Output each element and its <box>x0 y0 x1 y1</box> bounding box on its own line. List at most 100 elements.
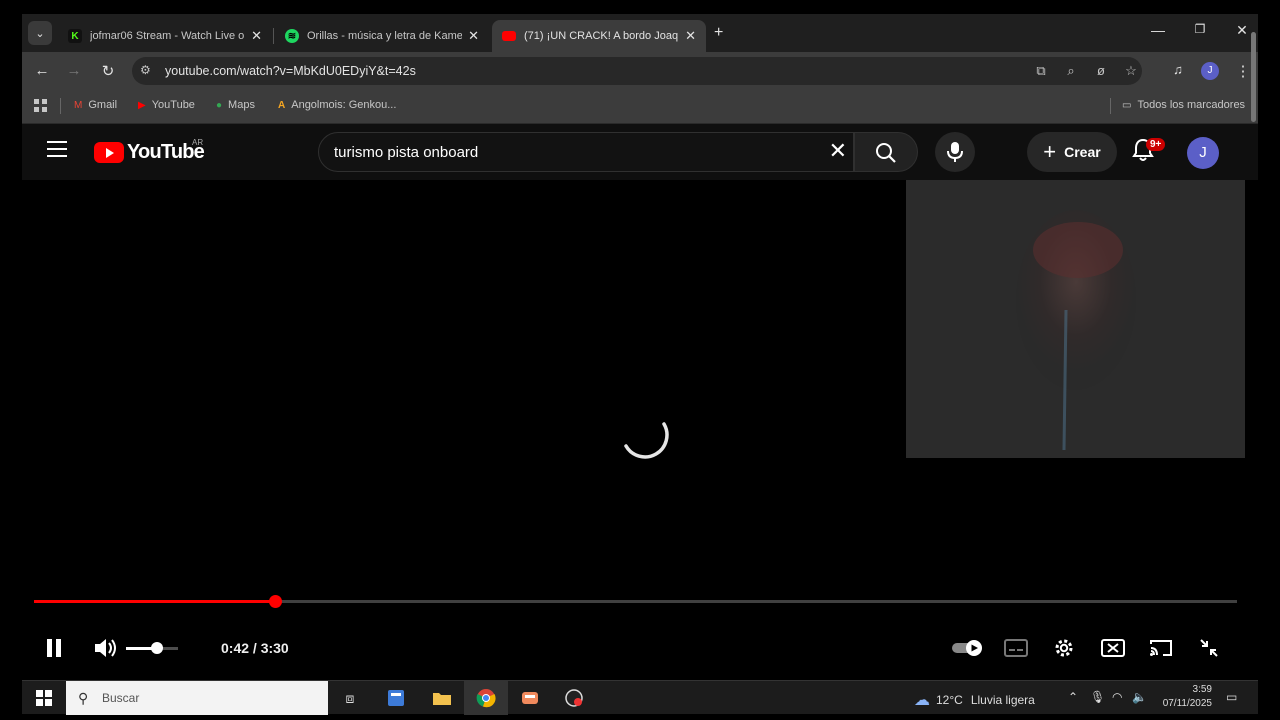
miniplayer-icon[interactable] <box>1101 639 1125 657</box>
close-icon[interactable]: ✕ <box>468 28 479 44</box>
all-bookmarks[interactable]: ▭ Todos los marcadores <box>1122 99 1245 111</box>
cast-icon[interactable] <box>1149 639 1173 657</box>
tab-title: jofmar06 Stream - Watch Live o <box>90 30 245 42</box>
fullscreen-exit-icon[interactable] <box>1199 638 1219 658</box>
spotify-icon: ≋ <box>285 29 299 43</box>
search-icon: ⚲ <box>78 690 89 706</box>
bookmark-maps[interactable]: ● Maps <box>216 99 255 111</box>
search-query: turismo pista onboard <box>334 144 479 161</box>
time-display: 0:42 / 3:30 <box>221 640 289 656</box>
create-button[interactable]: + Crear <box>1027 132 1117 172</box>
video-player[interactable]: 0:42 / 3:30 <box>22 180 1258 680</box>
task-view-icon[interactable]: ⧈ <box>328 681 372 715</box>
weather-widget[interactable]: ☁ 12°C Lluvia ligera <box>914 690 1035 710</box>
notifications-center-icon[interactable]: ▭ <box>1226 690 1237 704</box>
youtube-logo[interactable]: YouTube <box>94 141 205 164</box>
restore-button[interactable]: ❐ <box>1188 22 1212 36</box>
search-input[interactable]: turismo pista onboard ✕ <box>318 132 854 172</box>
voice-search-button[interactable] <box>935 132 975 172</box>
tab-strip: ⌄ K jofmar06 Stream - Watch Live o ✕ ≋ O… <box>22 14 1258 52</box>
youtube-header: YouTube AR turismo pista onboard ✕ + Cre… <box>22 124 1258 180</box>
site-info-icon[interactable]: ⚙ <box>140 63 151 77</box>
site-icon: A <box>278 99 286 111</box>
youtube-play-icon <box>94 142 124 163</box>
region-code: AR <box>192 138 204 147</box>
scrubber-handle[interactable] <box>268 595 282 608</box>
tab-search-button[interactable]: ⌄ <box>28 21 52 45</box>
network-icon[interactable]: ◠ <box>1112 690 1122 704</box>
plus-icon: + <box>1043 139 1057 164</box>
bookmark-label: Maps <box>228 99 255 111</box>
new-tab-button[interactable]: + <box>714 24 723 42</box>
windows-logo-icon <box>36 690 52 706</box>
search-placeholder: Buscar <box>102 691 140 705</box>
clear-search-icon[interactable]: ✕ <box>829 140 847 162</box>
microphone-icon <box>947 142 963 162</box>
tab-kick[interactable]: K jofmar06 Stream - Watch Live o ✕ <box>58 20 272 52</box>
obs-icon[interactable] <box>552 681 596 715</box>
tab-title: (71) ¡UN CRACK! A bordo Joaq <box>524 30 679 42</box>
browser-toolbar: ← → ↻ ⚙ youtube.com/watch?v=MbKdU0EDyiY&… <box>22 52 1258 90</box>
reload-button[interactable]: ↻ <box>98 62 118 80</box>
eye-off-icon[interactable]: ø <box>1092 63 1110 78</box>
calculator-icon[interactable] <box>374 681 418 715</box>
file-explorer-icon[interactable] <box>420 681 464 715</box>
windows-taskbar: ⚲ Buscar ⧈ ☁ 12°C Lluvia ligera ⌃ 🎙 ◠ 🔈 … <box>22 680 1258 715</box>
zoom-icon[interactable]: ⌕ <box>1062 63 1080 79</box>
bookmark-angolmois[interactable]: A Angolmois: Genkou... <box>278 99 396 111</box>
minimize-button[interactable]: — <box>1146 22 1170 38</box>
create-label: Crear <box>1064 144 1101 160</box>
back-button[interactable]: ← <box>32 62 52 79</box>
app-icon[interactable] <box>508 681 552 715</box>
close-icon[interactable]: ✕ <box>685 28 696 44</box>
star-icon[interactable]: ☆ <box>1122 63 1140 79</box>
bookmark-gmail[interactable]: M Gmail <box>74 99 117 111</box>
all-bookmarks-label: Todos los marcadores <box>1137 99 1246 111</box>
bookmark-label: Gmail <box>88 99 118 111</box>
tab-spotify[interactable]: ≋ Orillas - música y letra de Kame ✕ <box>275 20 489 52</box>
chrome-icon[interactable] <box>464 681 508 715</box>
speaker-icon[interactable]: 🔈 <box>1132 690 1147 704</box>
pause-button[interactable] <box>46 639 62 657</box>
bookmark-divider <box>1110 98 1111 114</box>
install-app-icon[interactable]: ⧉ <box>1032 63 1050 79</box>
bookmark-divider <box>60 98 61 114</box>
progress-bar[interactable] <box>34 595 1237 608</box>
apps-icon[interactable] <box>34 99 48 113</box>
bookmark-youtube[interactable]: ▶ YouTube <box>138 99 195 111</box>
search-icon <box>876 143 896 163</box>
close-icon[interactable]: ✕ <box>251 28 262 44</box>
page-scrollbar[interactable] <box>1251 32 1256 122</box>
subtitles-icon[interactable] <box>1004 639 1028 657</box>
settings-gear-icon[interactable] <box>1053 637 1075 659</box>
webcam-overlay <box>906 180 1245 458</box>
gmail-icon: M <box>74 99 83 111</box>
notification-badge: 9+ <box>1146 138 1166 151</box>
volume-icon[interactable] <box>94 637 118 659</box>
start-button[interactable] <box>22 681 66 715</box>
chevron-up-icon[interactable]: ⌃ <box>1068 690 1078 704</box>
chevron-down-icon: ⌄ <box>35 27 45 40</box>
taskbar-search-input[interactable]: ⚲ Buscar <box>66 681 328 715</box>
loading-spinner-icon <box>624 422 669 459</box>
url-text: youtube.com/watch?v=MbKdU0EDyiY&t=42s <box>165 64 416 78</box>
cloud-rain-icon: ☁ <box>914 692 930 709</box>
kick-icon: K <box>68 29 82 43</box>
address-bar[interactable]: ⚙ youtube.com/watch?v=MbKdU0EDyiY&t=42s … <box>132 57 1142 85</box>
forward-button[interactable]: → <box>64 62 84 79</box>
search-button[interactable] <box>854 132 918 172</box>
menu-icon[interactable] <box>47 141 67 162</box>
menu-dots-icon[interactable]: ⋮ <box>1233 62 1253 80</box>
avatar[interactable]: J <box>1187 137 1219 169</box>
microphone-icon[interactable]: 🎙 <box>1090 690 1105 704</box>
profile-avatar[interactable]: J <box>1201 62 1219 80</box>
autoplay-toggle[interactable] <box>952 640 984 656</box>
media-control-icon[interactable]: ♫ <box>1168 62 1188 77</box>
volume-handle[interactable] <box>151 642 164 654</box>
tab-youtube[interactable]: (71) ¡UN CRACK! A bordo Joaq ✕ <box>492 20 706 52</box>
browser-window: ⌄ K jofmar06 Stream - Watch Live o ✕ ≋ O… <box>22 14 1258 680</box>
volume-slider[interactable] <box>126 642 178 654</box>
system-clock[interactable]: 3:59 07/11/2025 <box>1156 683 1212 711</box>
bookmark-label: Angolmois: Genkou... <box>291 99 397 111</box>
folder-icon: ▭ <box>1122 99 1132 111</box>
